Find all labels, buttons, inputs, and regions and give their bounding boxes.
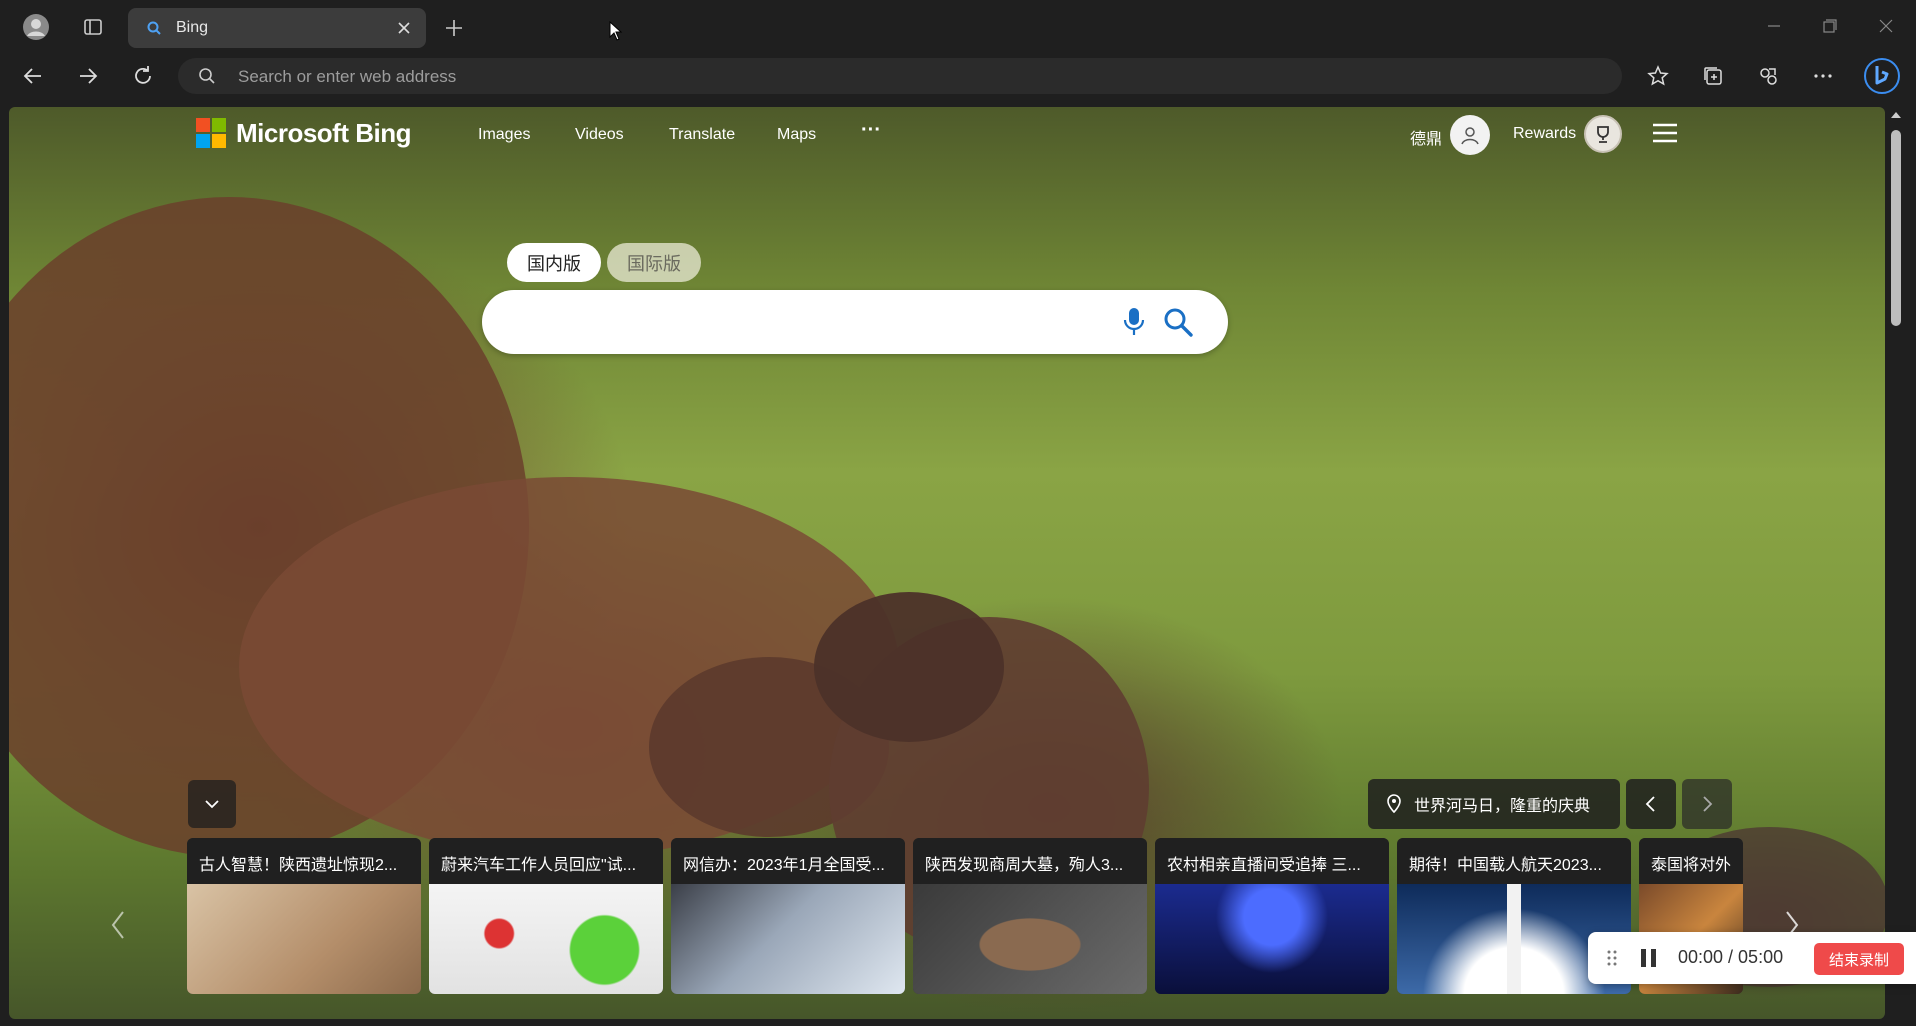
nav-more[interactable]: ···: [861, 119, 881, 142]
hamburger-menu-icon[interactable]: [1652, 122, 1678, 144]
address-placeholder: Search or enter web address: [238, 67, 457, 86]
news-thumbnail: [671, 884, 905, 994]
collapse-feed-button[interactable]: [188, 780, 236, 828]
tab-bing[interactable]: Bing: [128, 8, 426, 48]
scope-tab-international[interactable]: 国际版: [607, 243, 701, 282]
chevron-left-icon: [1645, 796, 1655, 812]
previous-image-button[interactable]: [1626, 779, 1676, 829]
address-bar[interactable]: Search or enter web address: [178, 58, 1622, 94]
screen-recorder-widget: 00:00 / 05:00 结束录制: [1588, 932, 1916, 984]
image-info-title: 世界河马日，隆重的庆典: [1414, 798, 1591, 815]
next-image-button[interactable]: [1682, 779, 1732, 829]
collections-icon[interactable]: [1695, 58, 1731, 94]
avatar[interactable]: [1450, 115, 1490, 155]
microsoft-logo-icon: [196, 118, 226, 148]
news-prev-arrow-icon[interactable]: [110, 910, 126, 940]
search-box: [482, 290, 1228, 354]
favorites-star-icon[interactable]: [1640, 58, 1676, 94]
news-card[interactable]: 陕西发现商周大墓，殉人3...: [913, 838, 1147, 994]
nav-translate[interactable]: Translate: [669, 126, 735, 144]
rewards-label[interactable]: Rewards: [1513, 125, 1576, 143]
pause-icon[interactable]: [1638, 947, 1660, 969]
chevron-down-icon: [205, 800, 219, 809]
extensions-icon[interactable]: [1750, 58, 1786, 94]
news-card[interactable]: 农村相亲直播间受追捧 三...: [1155, 838, 1389, 994]
close-tab-icon[interactable]: [396, 20, 412, 36]
minimize-icon[interactable]: [1756, 8, 1792, 44]
copilot-icon[interactable]: [1862, 56, 1902, 96]
more-menu-icon[interactable]: [1805, 58, 1841, 94]
scrollbar-thumb[interactable]: [1891, 130, 1901, 326]
rewards-trophy-icon[interactable]: [1584, 115, 1622, 153]
refresh-icon[interactable]: [125, 58, 161, 94]
search-input[interactable]: [510, 306, 1090, 338]
search-icon[interactable]: [1162, 306, 1194, 338]
scope-tab-domestic[interactable]: 国内版: [507, 243, 601, 282]
location-pin-icon: [1387, 794, 1401, 814]
news-thumbnail: [913, 884, 1147, 994]
recording-timer: 00:00 / 05:00: [1678, 947, 1784, 967]
nav-videos[interactable]: Videos: [575, 126, 624, 144]
news-card[interactable]: 蔚来汽车工作人员回应"试...: [429, 838, 663, 994]
bing-homepage: Microsoft Bing Images Videos Translate M…: [9, 107, 1885, 1019]
news-thumbnail: [187, 884, 421, 994]
chevron-right-icon: [1703, 796, 1713, 812]
restore-icon[interactable]: [1812, 8, 1848, 44]
end-recording-button[interactable]: 结束录制: [1814, 943, 1904, 975]
bing-tab-favicon-icon: [146, 20, 162, 36]
news-card-title: 网信办：2023年1月全国受...: [671, 838, 905, 884]
news-thumbnail: [1155, 884, 1389, 994]
news-card-title: 期待！中国载人航天2023...: [1397, 838, 1631, 884]
nav-images[interactable]: Images: [478, 126, 530, 144]
news-card[interactable]: 古人智慧！陕西遗址惊现2...: [187, 838, 421, 994]
drag-handle-icon[interactable]: [1606, 949, 1618, 967]
news-card-title: 陕西发现商周大墓，殉人3...: [913, 838, 1147, 884]
news-thumbnail: [429, 884, 663, 994]
close-window-icon[interactable]: [1868, 8, 1904, 44]
user-name[interactable]: 德鼎: [1410, 125, 1442, 149]
tab-title: Bing: [176, 19, 209, 36]
tab-actions-icon[interactable]: [75, 9, 111, 45]
news-card-title: 农村相亲直播间受追捧 三...: [1155, 838, 1389, 884]
news-card-title: 古人智慧！陕西遗址惊现2...: [187, 838, 421, 884]
back-icon[interactable]: [15, 58, 51, 94]
microphone-icon[interactable]: [1122, 306, 1146, 338]
scroll-up-icon[interactable]: [1890, 110, 1902, 120]
bing-logo-text: Microsoft Bing: [236, 117, 412, 148]
mouse-cursor-icon: [609, 21, 623, 41]
profile-icon[interactable]: [18, 9, 54, 45]
news-card-title: 蔚来汽车工作人员回应"试...: [429, 838, 663, 884]
person-icon: [1461, 127, 1479, 145]
image-info[interactable]: 世界河马日，隆重的庆典: [1368, 779, 1620, 829]
bing-logo[interactable]: Microsoft Bing: [196, 117, 412, 148]
new-tab-icon[interactable]: [436, 10, 472, 46]
nav-maps[interactable]: Maps: [777, 126, 816, 144]
forward-icon[interactable]: [70, 58, 106, 94]
news-card[interactable]: 网信办：2023年1月全国受...: [671, 838, 905, 994]
news-card-title: 泰国将对外: [1639, 838, 1743, 884]
address-search-icon: [198, 67, 216, 85]
